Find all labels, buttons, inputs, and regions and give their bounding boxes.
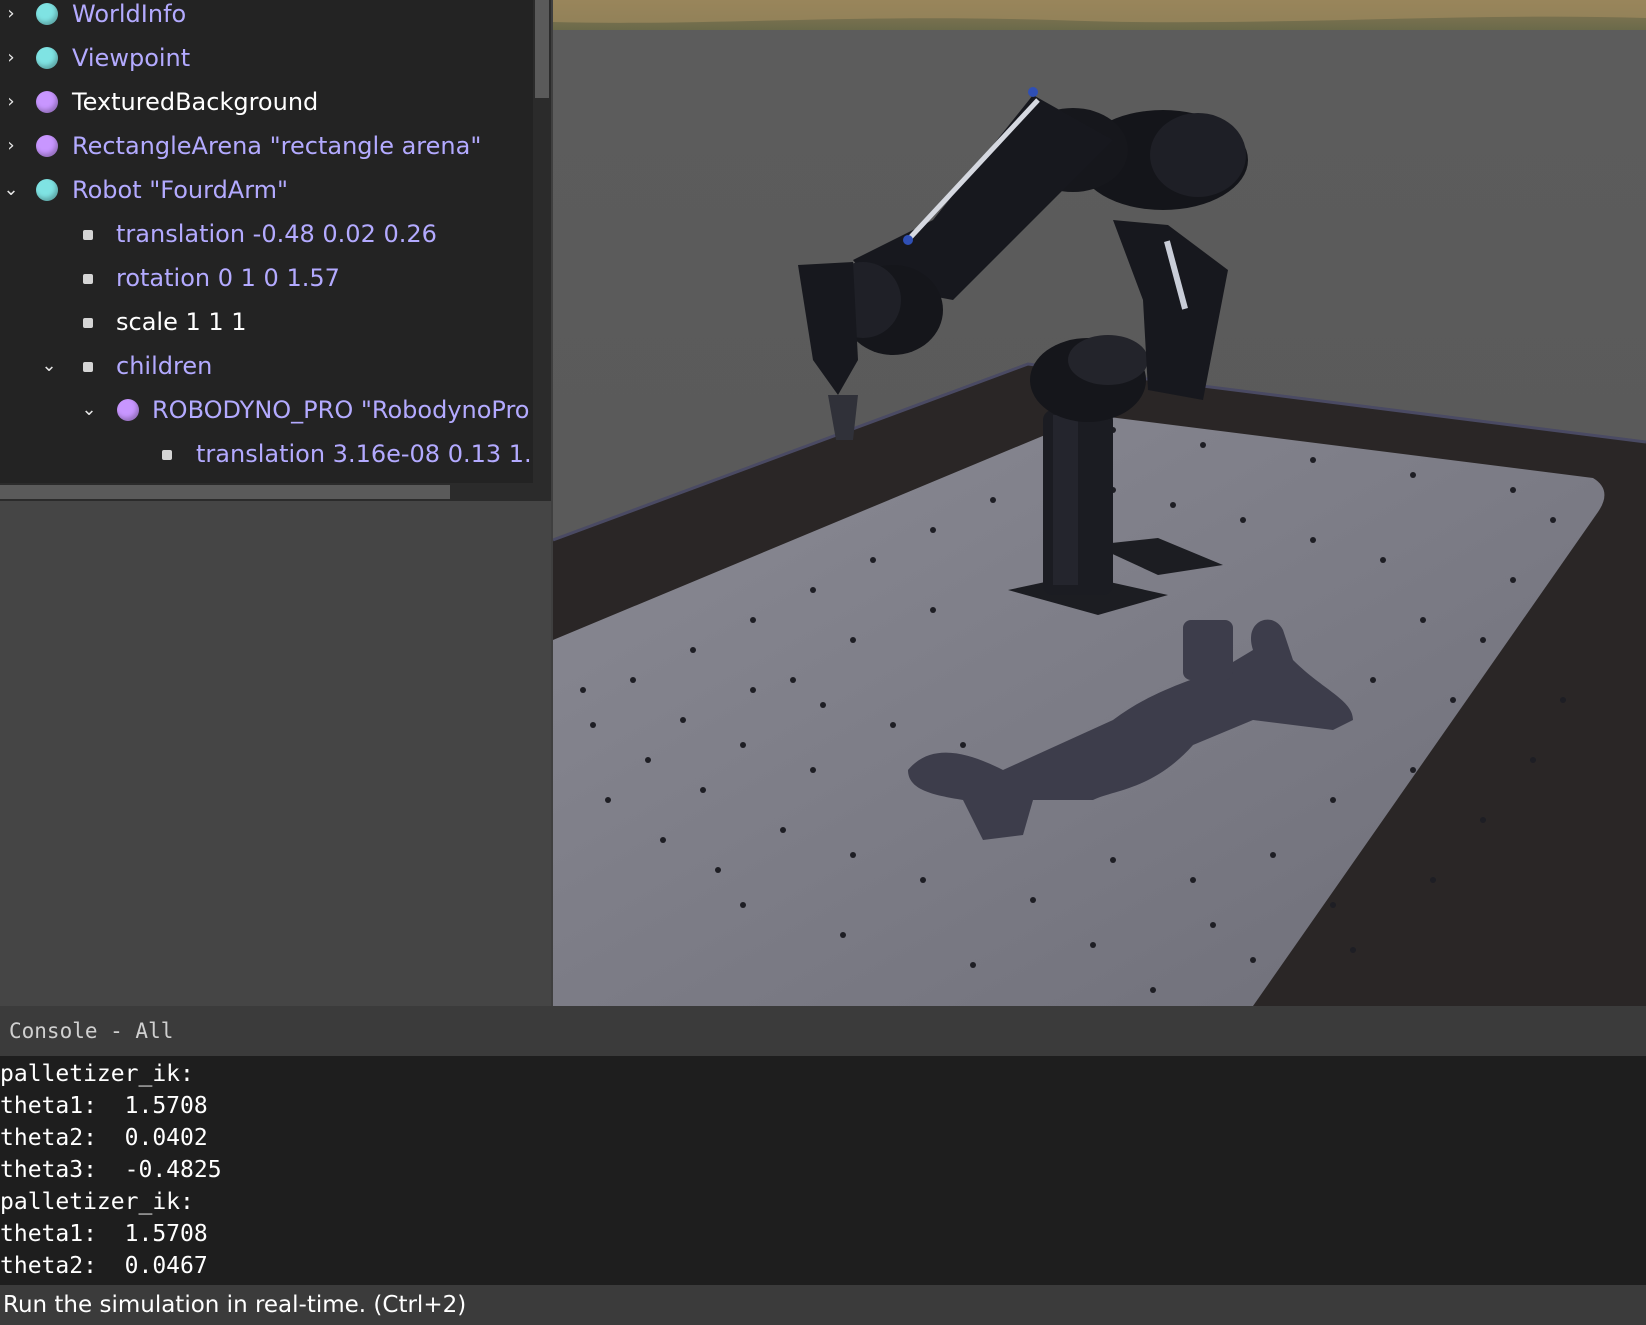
chevron-right-icon[interactable]: › [3, 124, 19, 168]
3d-viewport[interactable] [553, 0, 1646, 1006]
tree-horizontal-scrollbar[interactable] [0, 483, 533, 501]
scrollbar-corner [533, 483, 551, 501]
console-line: theta2: 0.0467 [0, 1253, 208, 1279]
tree-node-label: WorldInfo [72, 0, 187, 28]
console-line: theta3: -0.4825 [0, 1157, 222, 1183]
chevron-down-icon[interactable]: ⌄ [81, 388, 97, 432]
tree-node-label: RectangleArena "rectangle arena" [72, 132, 482, 160]
proto-node-icon [36, 91, 58, 113]
status-text: Run the simulation in real-time. (Ctrl+2… [3, 1292, 467, 1318]
console-title: Console - All [9, 1019, 174, 1043]
console-line: palletizer_ik: [0, 1189, 194, 1215]
tree-node-label: Viewpoint [72, 44, 191, 72]
tree-node-label: ROBODYNO_PRO "RobodynoPro [152, 396, 530, 424]
tree-field-label: scale 1 1 1 [116, 308, 247, 336]
chevron-down-icon[interactable]: ⌄ [41, 344, 57, 388]
proto-node-icon [36, 135, 58, 157]
chevron-right-icon[interactable]: › [3, 80, 19, 124]
console-output[interactable]: palletizer_ik: theta1: 1.5708 theta2: 0.… [0, 1056, 1646, 1285]
3d-scene [553, 0, 1646, 1006]
field-bullet-icon [162, 450, 172, 460]
chevron-down-icon[interactable]: ⌄ [3, 168, 19, 212]
node-type-icon [36, 179, 58, 201]
tree-field-label: translation -0.48 0.02 0.26 [116, 220, 437, 248]
console-header: Console - All [0, 1006, 1646, 1056]
field-bullet-icon [83, 274, 93, 284]
scrollbar-thumb[interactable] [0, 485, 450, 499]
tree-field-label: translation 3.16e-08 0.13 1.5e [196, 440, 533, 468]
node-type-icon [36, 3, 58, 25]
background-sky [553, 0, 1646, 30]
console-line: palletizer_ik: [0, 1061, 194, 1087]
field-editor-panel [0, 501, 551, 1006]
field-bullet-icon [83, 362, 93, 372]
tree-vertical-scrollbar[interactable] [533, 0, 551, 483]
console-line: theta2: 0.0402 [0, 1125, 208, 1151]
status-bar: Run the simulation in real-time. (Ctrl+2… [0, 1285, 1646, 1325]
tree-field-label: children [116, 352, 213, 380]
proto-node-icon [117, 399, 139, 421]
chevron-right-icon[interactable]: › [3, 36, 19, 80]
node-type-icon [36, 47, 58, 69]
tree-field-label: rotation 0 1 0 1.57 [116, 264, 340, 292]
console-line: theta1: 1.5708 [0, 1093, 208, 1119]
tree-node-label: Robot "FourdArm" [72, 176, 289, 204]
console-line: theta1: 1.5708 [0, 1221, 208, 1247]
chevron-right-icon[interactable]: › [3, 0, 19, 36]
field-bullet-icon [83, 318, 93, 328]
scene-tree: › WorldInfo › Viewpoint › TexturedBackgr… [0, 0, 533, 483]
scene-tree-panel: › WorldInfo › Viewpoint › TexturedBackgr… [0, 0, 551, 501]
tree-node-label: TexturedBackground [72, 88, 319, 116]
scrollbar-thumb[interactable] [535, 0, 549, 98]
field-bullet-icon [83, 230, 93, 240]
